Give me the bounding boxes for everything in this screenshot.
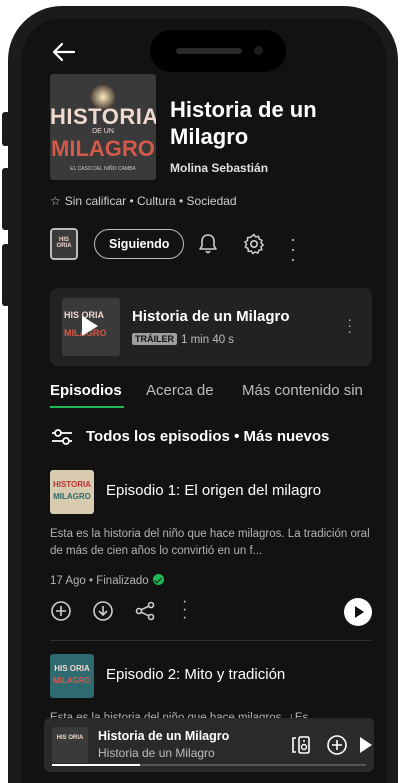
episode-art-text-bottom: MILAGRO [53, 492, 91, 501]
filter-label: Todos los episodios • Más nuevos [86, 428, 330, 445]
playback-progress[interactable] [52, 764, 366, 766]
episode-play-button[interactable] [344, 598, 372, 626]
star-icon[interactable]: ☆ [50, 194, 61, 208]
gear-icon[interactable] [242, 232, 266, 256]
episode-filter[interactable]: Todos los episodios • Más nuevos [50, 426, 370, 450]
episode-title[interactable]: Episodio 2: Mito y tradición [106, 666, 285, 683]
podcast-title: Historia de un Milagro [170, 97, 317, 149]
podcast-thumb-button[interactable]: HIS ORIA [50, 228, 78, 260]
episode-item[interactable]: HISTORIA MILAGRO Episodio 1: El origen d… [50, 470, 372, 630]
active-tab-indicator [50, 406, 124, 408]
mini-player-art-text: HIS ORIA [56, 735, 84, 741]
tab-acerca-de[interactable]: Acerca de [146, 382, 214, 399]
filter-sliders-icon [52, 429, 72, 445]
meta-separator: • [126, 194, 137, 208]
tab-mas-contenido[interactable]: Más contenido sin [242, 382, 363, 399]
podcast-author[interactable]: Molina Sebastián [170, 161, 268, 175]
trailer-card[interactable]: HIS ORIA MILAGRO Historia de un Milagro … [50, 288, 372, 366]
thumb-text: HIS ORIA [56, 237, 72, 249]
episode-date: 17 Ago • Finalizado [50, 574, 164, 587]
add-icon[interactable] [50, 600, 72, 622]
download-icon[interactable] [92, 600, 114, 622]
trailer-thumbnail: HIS ORIA MILAGRO [62, 298, 120, 356]
mini-player-art: HIS ORIA [52, 727, 88, 763]
playback-progress-fill [52, 764, 140, 766]
episode-more-icon[interactable]: · · · [182, 594, 187, 626]
podcast-cover-art: HISTORIA DE UN MILAGRO EL CASO DEL NIÑO … [50, 74, 156, 180]
episode-date-text: 17 Ago • Finalizado [50, 575, 149, 587]
app-screen: HISTORIA DE UN MILAGRO EL CASO DEL NIÑO … [22, 18, 386, 783]
phone-button-volume-up [2, 168, 10, 230]
episode-art-text-top: HISTORIA [52, 480, 92, 489]
rating-text[interactable]: Sin calificar [65, 194, 126, 208]
cover-text-de-un: DE UN [92, 128, 114, 135]
mini-player-title: Historia de un Milagro [98, 729, 230, 743]
cover-text-subtitle: EL CASO DEL NIÑO CAMBA [70, 166, 136, 172]
add-to-library-icon[interactable] [326, 734, 348, 756]
trailer-duration: 1 min 40 s [181, 334, 235, 346]
episode-art: HIS ORIA MILAGRO [50, 654, 94, 698]
play-icon[interactable] [358, 734, 374, 756]
cover-text-milagro: MILAGRO [51, 136, 155, 161]
finished-check-icon [152, 574, 164, 585]
trailer-title: Historia de un Milagro [132, 308, 290, 325]
mini-player-subtitle: Historia de un Milagro [98, 746, 215, 760]
categories-text[interactable]: Cultura • Sociedad [137, 194, 237, 208]
dynamic-island [150, 30, 286, 72]
play-icon[interactable] [82, 316, 98, 336]
bell-icon[interactable] [196, 232, 220, 256]
episode-art: HISTORIA MILAGRO [50, 470, 94, 514]
trailer-subtitle: TRÁILER 1 min 40 s [132, 333, 234, 346]
action-row: HIS ORIA Siguiendo · · · [50, 224, 380, 268]
episode-description: Esta es la historia del niño que hace mi… [50, 528, 370, 557]
phone-button-volume-down [2, 244, 10, 306]
cover-text-historia: HISTORIA [50, 104, 156, 129]
phone-button-silent [2, 112, 10, 146]
back-arrow-icon[interactable] [50, 40, 78, 64]
episode-divider [50, 640, 372, 641]
more-options-icon[interactable]: · · · [290, 230, 296, 268]
trailer-more-icon[interactable]: · · · [347, 312, 352, 338]
episode-title[interactable]: Episodio 1: El origen del milagro [106, 482, 321, 499]
trailer-badge: TRÁILER [132, 333, 177, 345]
episode-art-text-bottom: MILAGRO [53, 676, 91, 685]
connect-device-icon[interactable] [290, 734, 312, 756]
following-button[interactable]: Siguiendo [94, 229, 185, 259]
podcast-meta: ☆ Sin calificar • Cultura • Sociedad [50, 194, 237, 208]
episode-art-text-top: HIS ORIA [54, 664, 90, 673]
share-icon[interactable] [134, 600, 156, 622]
tab-episodios[interactable]: Episodios [50, 382, 122, 399]
